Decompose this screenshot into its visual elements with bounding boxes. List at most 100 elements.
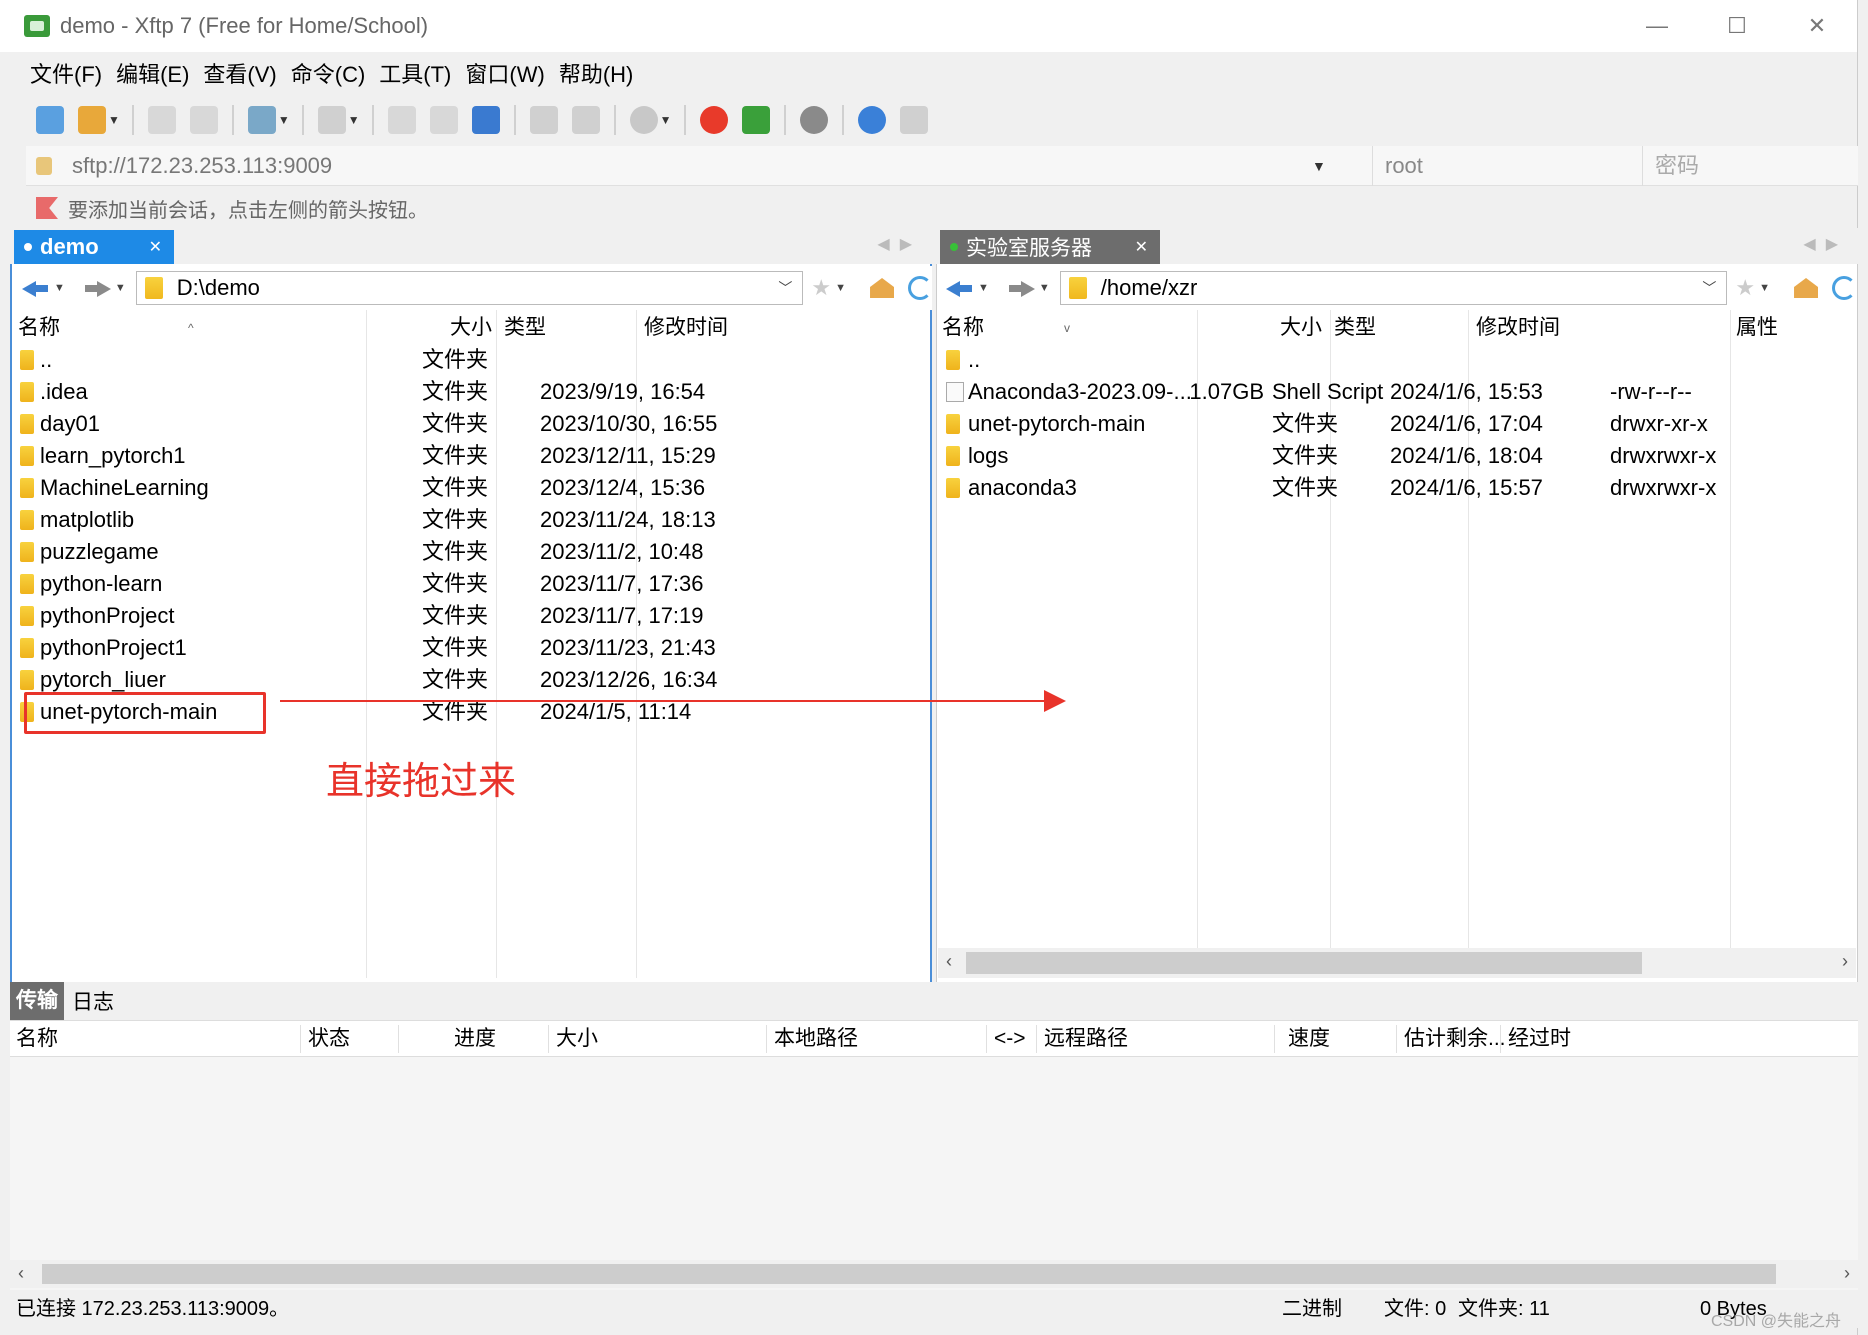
session-properties-icon[interactable] [247, 106, 276, 134]
column-name[interactable]: 名称 [18, 310, 60, 346]
transfer-col-elapsed[interactable]: 经过时 [1508, 1021, 1571, 1057]
transfer-col-speed[interactable]: 速度 [1288, 1021, 1330, 1057]
scroll-right-icon[interactable]: › [1842, 951, 1848, 972]
add-session-arrow-icon[interactable] [36, 197, 58, 219]
help-icon[interactable] [857, 106, 886, 134]
path-dropdown-icon[interactable]: ﹀ [778, 278, 792, 298]
remote-file-row[interactable]: .. [938, 344, 1848, 376]
connect-icon[interactable] [147, 106, 176, 134]
download-icon[interactable] [429, 106, 458, 134]
forward-dropdown-icon[interactable]: ▼ [1039, 282, 1050, 294]
new-session-icon[interactable] [36, 106, 64, 134]
forward-arrow-icon[interactable] [83, 278, 111, 298]
terminal-icon[interactable] [317, 106, 346, 134]
local-file-row[interactable]: .idea 文件夹 2023/9/19, 16:54 [12, 376, 922, 408]
local-file-row[interactable]: python-learn 文件夹 2023/11/7, 17:36 [12, 568, 922, 600]
paste-icon[interactable] [571, 106, 600, 134]
transfer-col-local-path[interactable]: 本地路径 [774, 1021, 858, 1057]
bookmark-star-icon[interactable]: ★ [1735, 275, 1755, 301]
column-type[interactable]: 类型 [504, 310, 546, 346]
remote-horizontal-scrollbar[interactable]: ‹ › [938, 948, 1856, 978]
scroll-right-icon[interactable]: › [1844, 1263, 1850, 1284]
scrollbar-thumb[interactable] [966, 952, 1642, 974]
local-file-row[interactable]: pythonProject 文件夹 2023/11/7, 17:19 [12, 600, 922, 632]
local-file-row[interactable]: matplotlib 文件夹 2023/11/24, 18:13 [12, 504, 922, 536]
copy-icon[interactable] [529, 106, 558, 134]
tab-log[interactable]: 日志 [64, 986, 122, 1016]
transfer-col-size[interactable]: 大小 [556, 1021, 598, 1057]
menu-window[interactable]: 窗口(W) [465, 57, 544, 89]
settings-gear-icon[interactable] [799, 106, 828, 134]
bookmark-star-icon[interactable]: ★ [811, 275, 831, 301]
remote-file-row[interactable]: logs 文件夹 2024/1/6, 18:04 drwxrwxr-x [938, 440, 1848, 472]
forward-arrow-icon[interactable] [1007, 278, 1035, 298]
tab-scroll-arrows[interactable]: ◀▶ [1803, 234, 1848, 254]
tab-transfer[interactable]: 传输 [10, 982, 64, 1020]
transfer-col-remote-path[interactable]: 远程路径 [1044, 1021, 1128, 1057]
menu-help[interactable]: 帮助(H) [559, 57, 634, 89]
remote-file-row[interactable]: Anaconda3-2023.09-... 1.07GB Shell Script 2… [938, 376, 1848, 408]
column-size[interactable]: 大小 [450, 310, 492, 346]
transfer-col-eta[interactable]: 估计剩余... [1404, 1021, 1506, 1057]
refresh-icon[interactable] [1832, 276, 1856, 300]
open-dropdown-icon[interactable]: ▼ [108, 113, 120, 127]
column-modified[interactable]: 修改时间 [644, 310, 728, 346]
transfer-col-status[interactable]: 状态 [308, 1021, 350, 1057]
tab-lab-server[interactable]: 实验室服务器 ✕ [940, 230, 1160, 264]
local-file-row[interactable]: MachineLearning 文件夹 2023/12/4, 15:36 [12, 472, 922, 504]
xftp-icon[interactable] [741, 106, 770, 134]
disconnect-icon[interactable] [189, 106, 218, 134]
transfer-col-direction[interactable]: <-> [994, 1021, 1026, 1057]
tab-demo[interactable]: demo ✕ [14, 230, 174, 264]
local-path-input[interactable]: D:\demo ﹀ [135, 271, 804, 305]
column-name[interactable]: 名称 [942, 310, 984, 346]
terminal-dropdown-icon[interactable]: ▼ [348, 113, 360, 127]
back-dropdown-icon[interactable]: ▼ [54, 282, 65, 294]
password-input[interactable]: 密码 [1642, 145, 1858, 186]
back-arrow-icon[interactable] [946, 278, 974, 298]
menu-tools[interactable]: 工具(T) [379, 57, 451, 89]
minimize-button[interactable]: — [1617, 0, 1697, 52]
scroll-left-icon[interactable]: ‹ [946, 951, 952, 972]
xshell-icon[interactable] [699, 106, 728, 134]
maximize-button[interactable]: ☐ [1697, 0, 1777, 52]
tab-close-icon[interactable]: ✕ [1135, 237, 1148, 257]
column-modified[interactable]: 修改时间 [1476, 310, 1560, 346]
menu-file[interactable]: 文件(F) [30, 57, 102, 89]
menu-view[interactable]: 查看(V) [203, 57, 276, 89]
transfer-col-name[interactable]: 名称 [16, 1021, 58, 1057]
menu-edit[interactable]: 编辑(E) [116, 57, 189, 89]
sync-icon[interactable] [471, 106, 500, 134]
transfer-mode-icon[interactable] [629, 106, 658, 134]
scrollbar-thumb[interactable] [42, 1264, 1776, 1284]
tab-scroll-arrows[interactable]: ◀▶ [877, 234, 922, 254]
local-file-row[interactable]: .. 文件夹 [12, 344, 922, 376]
upload-icon[interactable] [387, 106, 416, 134]
tab-close-icon[interactable]: ✕ [149, 237, 162, 257]
host-address-input[interactable]: sftp://172.23.253.113:9009 [72, 153, 1312, 179]
local-file-row[interactable]: puzzlegame 文件夹 2023/11/2, 10:48 [12, 536, 922, 568]
scroll-left-icon[interactable]: ‹ [18, 1263, 24, 1284]
username-input[interactable]: root [1372, 145, 1642, 186]
remote-path-input[interactable]: /home/xzr ﹀ [1059, 271, 1728, 305]
forward-dropdown-icon[interactable]: ▼ [115, 282, 126, 294]
back-dropdown-icon[interactable]: ▼ [978, 282, 989, 294]
menu-command[interactable]: 命令(C) [291, 57, 366, 89]
close-button[interactable]: ✕ [1777, 0, 1857, 52]
home-folder-icon[interactable] [870, 278, 895, 298]
column-attributes[interactable]: 属性 [1736, 310, 1778, 346]
local-file-row[interactable]: pythonProject1 文件夹 2023/11/23, 21:43 [12, 632, 922, 664]
local-file-row[interactable]: day01 文件夹 2023/10/30, 16:55 [12, 408, 922, 440]
local-file-row[interactable]: learn_pytorch1 文件夹 2023/12/11, 15:29 [12, 440, 922, 472]
transfer-horizontal-scrollbar[interactable]: ‹ › [10, 1260, 1858, 1288]
bookmark-dropdown-icon[interactable]: ▼ [835, 282, 846, 294]
chat-icon[interactable] [899, 106, 928, 134]
transfer-col-progress[interactable]: 进度 [454, 1021, 496, 1057]
home-folder-icon[interactable] [1794, 278, 1819, 298]
transfer-mode-dropdown-icon[interactable]: ▼ [660, 113, 672, 127]
column-type[interactable]: 类型 [1334, 310, 1376, 346]
properties-dropdown-icon[interactable]: ▼ [278, 113, 290, 127]
address-dropdown-icon[interactable]: ▼ [1312, 158, 1372, 174]
refresh-icon[interactable] [908, 276, 932, 300]
back-arrow-icon[interactable] [22, 278, 50, 298]
